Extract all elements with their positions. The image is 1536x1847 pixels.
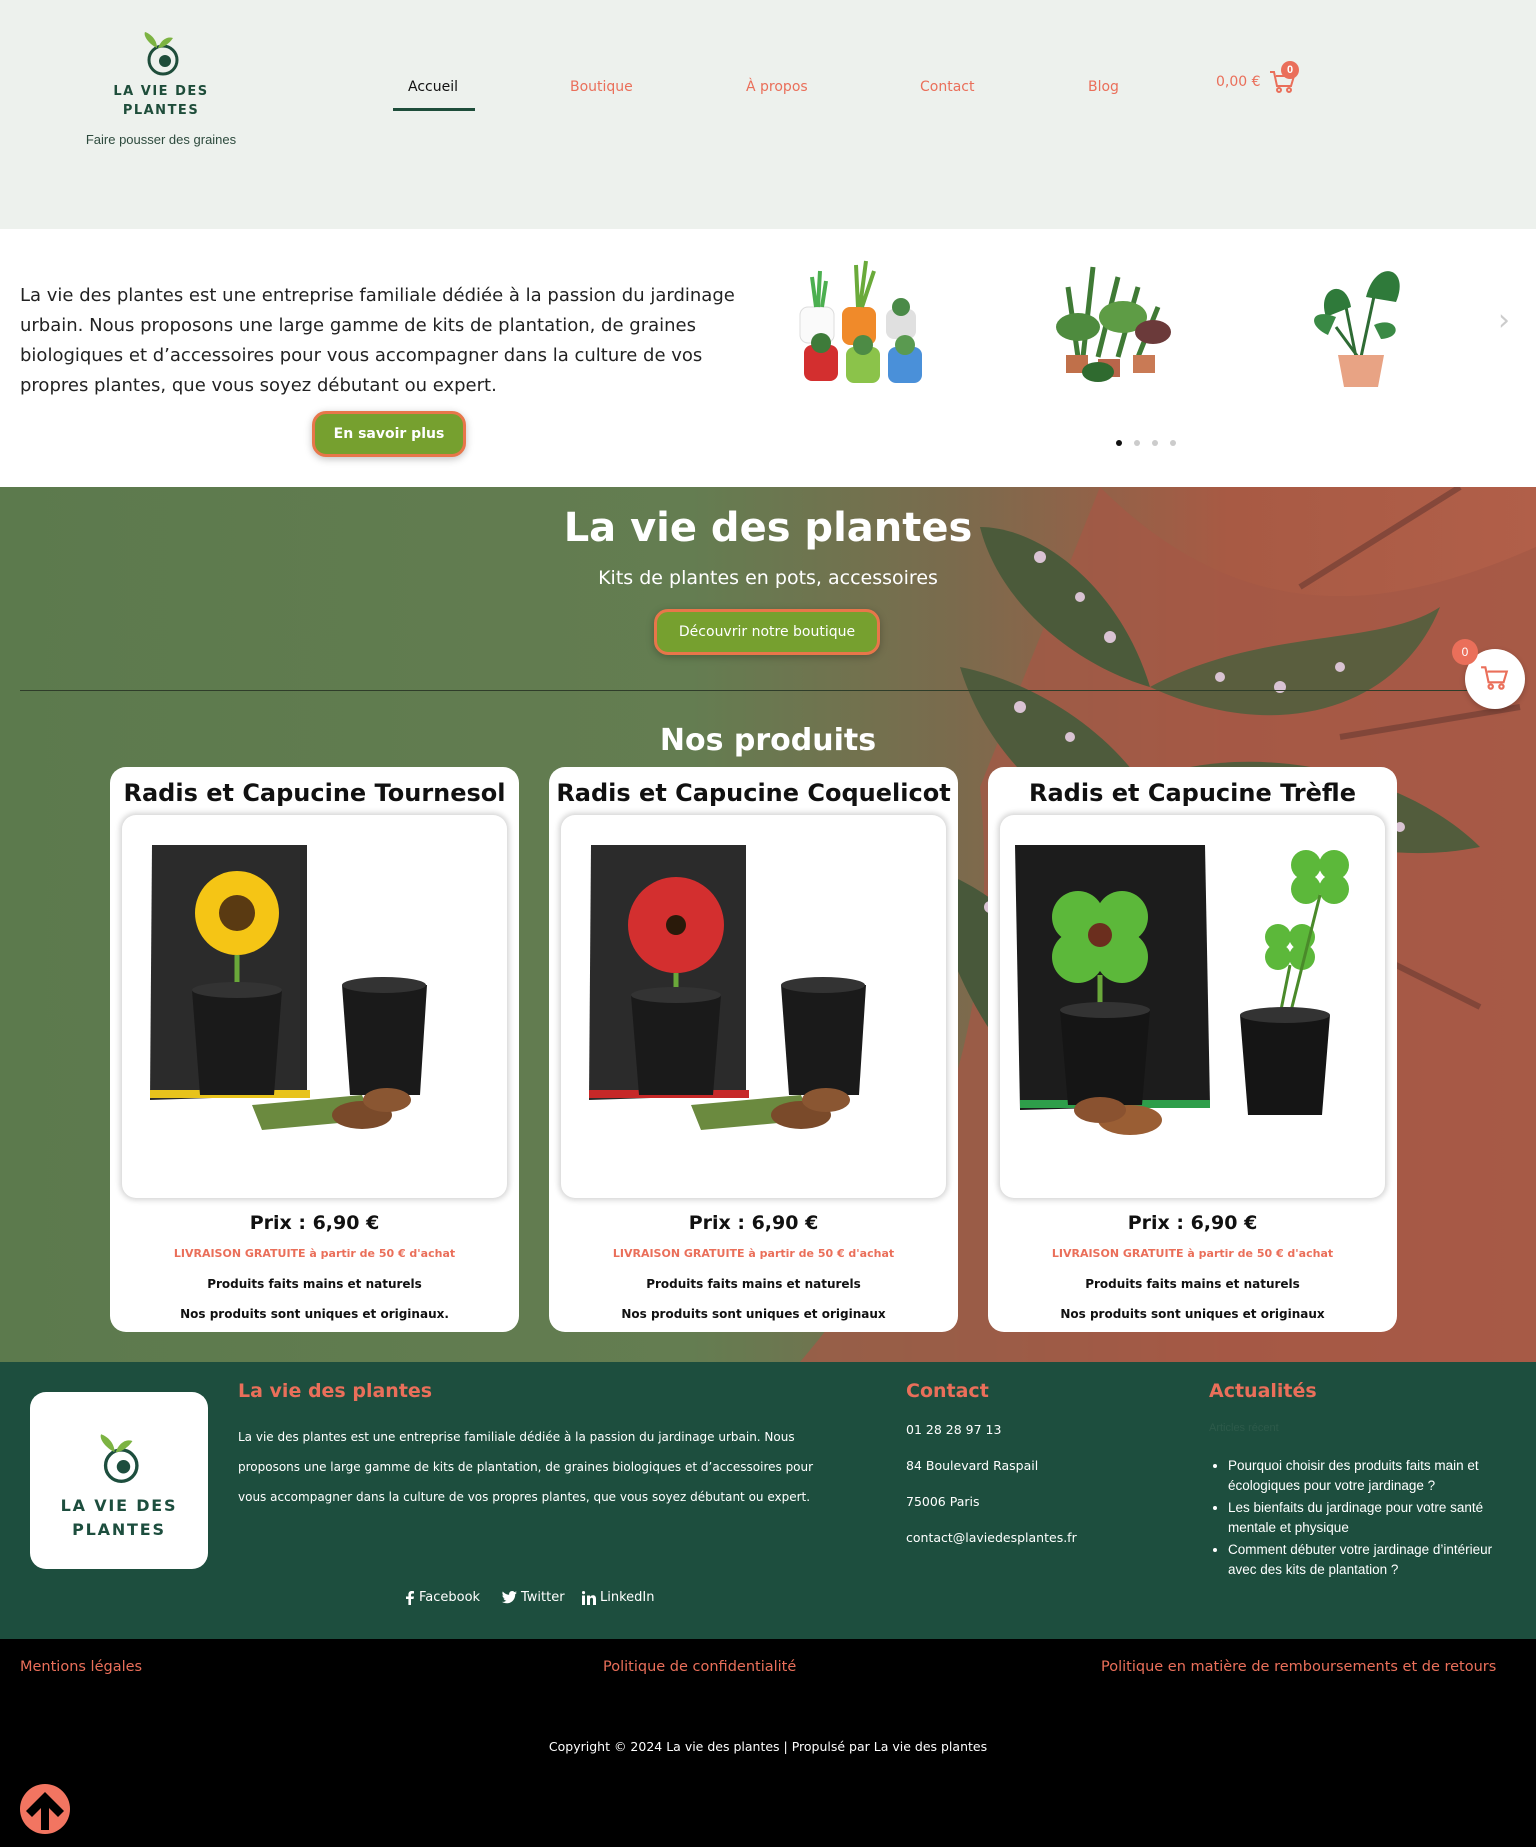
product-image-poppy[interactable]: [561, 815, 946, 1198]
back-to-top-button[interactable]: [20, 1784, 70, 1834]
copyright-text: Copyright © 2024 La vie des plantes | Pr…: [548, 1739, 988, 1754]
cart-icon: [1481, 666, 1509, 690]
brand-name-line2: PLANTES: [122, 103, 200, 118]
nav-active-indicator: [393, 108, 475, 111]
product-price: Prix : 6,90 €: [688, 1212, 819, 1234]
intro-text: La vie des plantes est une entreprise fa…: [20, 285, 735, 396]
refund-policy-link[interactable]: Politique en matière de remboursements e…: [1101, 1659, 1496, 1675]
carousel-slide-succulents[interactable]: [790, 247, 940, 397]
cart-count-badge: 0: [1281, 61, 1299, 79]
brand-name-line1: LA VIE DES: [113, 84, 209, 99]
hero-title: La vie des plantes: [563, 505, 973, 551]
product-feature: Nos produits sont uniques et originaux: [1060, 1307, 1325, 1321]
section-divider: [20, 690, 1516, 691]
bottom-bar: Mentions légales Politique de confidenti…: [0, 1639, 1536, 1847]
carousel-slide-monstera[interactable]: [1286, 247, 1436, 397]
footer-brand-line1: LA VIE DES: [60, 1496, 178, 1515]
footer-news-list: Pourquoi choisir des produits faits main…: [1210, 1456, 1510, 1582]
product-price: Prix : 6,90 €: [249, 1212, 380, 1234]
product-feature: Produits faits mains et naturels: [646, 1277, 861, 1291]
social-linkedin[interactable]: LinkedIn: [581, 1590, 655, 1605]
linkedin-icon: [581, 1590, 596, 1605]
intro-section: La vie des plantes est une entreprise fa…: [0, 229, 1536, 487]
footer-city: 75006 Paris: [906, 1494, 980, 1509]
free-shipping-note: LIVRAISON GRATUITE à partir de 50 € d'ac…: [612, 1247, 895, 1260]
site-header: LA VIE DES PLANTES Faire pousser des gra…: [0, 0, 1536, 229]
footer-brand-line2: PLANTES: [72, 1520, 166, 1539]
footer-contact-heading: Contact: [906, 1380, 989, 1402]
floating-cart-count: 0: [1452, 639, 1478, 665]
carousel-dot[interactable]: [1152, 440, 1158, 446]
carousel-dot[interactable]: [1134, 440, 1140, 446]
news-link[interactable]: Comment débuter votre jardinage d’intéri…: [1228, 1540, 1510, 1580]
facebook-icon: [406, 1590, 414, 1605]
product-title[interactable]: Radis et Capucine Trèfle: [988, 779, 1397, 807]
product-feature: Produits faits mains et naturels: [207, 1277, 422, 1291]
nav-a-propos[interactable]: À propos: [746, 79, 808, 95]
product-image-clover[interactable]: [1000, 815, 1385, 1198]
free-shipping-note: LIVRAISON GRATUITE à partir de 50 € d'ac…: [1051, 1247, 1334, 1260]
nav-contact[interactable]: Contact: [920, 79, 974, 95]
social-label: Facebook: [419, 1590, 481, 1605]
social-twitter[interactable]: Twitter: [502, 1590, 565, 1605]
footer-address: 84 Boulevard Raspail: [906, 1458, 1039, 1473]
privacy-policy-link[interactable]: Politique de confidentialité: [603, 1659, 796, 1675]
carousel-slide-plant-collection[interactable]: [1038, 247, 1188, 397]
product-price: Prix : 6,90 €: [1127, 1212, 1258, 1234]
product-title[interactable]: Radis et Capucine Coquelicot: [549, 779, 958, 807]
hero-subtitle: Kits de plantes en pots, accessoires: [598, 567, 938, 589]
discover-shop-button[interactable]: Découvrir notre boutique: [654, 609, 880, 655]
arrow-up-icon: [26, 1792, 64, 1830]
footer-news-heading: Actualités: [1209, 1380, 1317, 1402]
carousel-dots: [1116, 431, 1188, 450]
twitter-icon: [502, 1591, 517, 1604]
sprout-logo-icon: [144, 32, 179, 76]
footer-news-subheading: Articles récent: [1209, 1422, 1279, 1434]
social-facebook[interactable]: Facebook: [405, 1590, 480, 1605]
legal-notice-link[interactable]: Mentions légales: [20, 1659, 142, 1675]
carousel-dot[interactable]: [1116, 440, 1122, 446]
nav-boutique[interactable]: Boutique: [570, 79, 633, 95]
footer-about-text: La vie des plantes est une entreprise fa…: [238, 1430, 814, 1504]
products-heading: Nos produits: [659, 723, 877, 758]
news-link[interactable]: Pourquoi choisir des produits faits main…: [1228, 1456, 1510, 1496]
site-logo[interactable]: LA VIE DES PLANTES Faire pousser des gra…: [70, 30, 252, 147]
product-card[interactable]: Radis et Capucine Tournesol Prix : 6,90 …: [110, 767, 519, 1332]
cart-total: 0,00 €: [1216, 74, 1261, 90]
site-footer: LA VIE DES PLANTES La vie des plantes La…: [0, 1362, 1536, 1639]
brand-tagline: Faire pousser des graines: [85, 132, 237, 147]
nav-accueil[interactable]: Accueil: [408, 79, 458, 95]
carousel-next-icon[interactable]: ›: [1498, 303, 1510, 338]
hero-section: La vie des plantes Kits de plantes en po…: [0, 487, 1536, 1362]
footer-phone[interactable]: 01 28 28 97 13: [906, 1422, 1001, 1437]
social-label: Twitter: [521, 1590, 565, 1605]
social-label: LinkedIn: [600, 1590, 655, 1605]
news-link[interactable]: Les bienfaits du jardinage pour votre sa…: [1228, 1498, 1510, 1538]
sprout-logo-icon: [100, 1434, 139, 1483]
product-feature: Produits faits mains et naturels: [1085, 1277, 1300, 1291]
product-title[interactable]: Radis et Capucine Tournesol: [110, 779, 519, 807]
product-feature: Nos produits sont uniques et originaux: [621, 1307, 886, 1321]
product-card[interactable]: Radis et Capucine Trèfle Prix: 6,90 € L…: [988, 767, 1397, 1332]
footer-email[interactable]: contact@laviedesplantes.fr: [906, 1530, 1077, 1545]
nav-blog[interactable]: Blog: [1088, 79, 1119, 95]
footer-about-heading: La vie des plantes: [238, 1380, 433, 1402]
learn-more-button[interactable]: En savoir plus: [312, 411, 466, 457]
free-shipping-note: LIVRAISON GRATUITE à partir de 50 € d'ac…: [173, 1247, 456, 1260]
product-image-sunflower[interactable]: [122, 815, 507, 1198]
carousel-dot[interactable]: [1170, 440, 1176, 446]
footer-logo[interactable]: LA VIE DES PLANTES: [30, 1392, 208, 1569]
product-carousel: ›: [790, 247, 1520, 447]
product-card[interactable]: Radis et Capucine Coquelicot Prix : 6,90…: [549, 767, 958, 1332]
product-feature: Nos produits sont uniques et originaux.: [180, 1307, 449, 1321]
